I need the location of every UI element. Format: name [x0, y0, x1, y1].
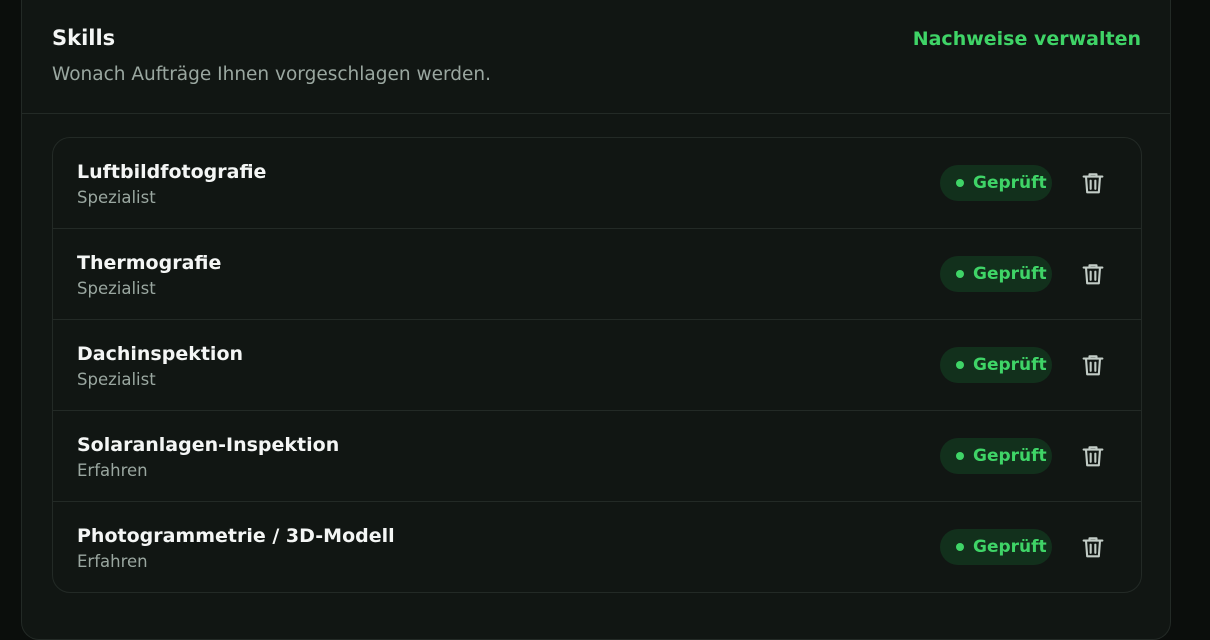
status-dot-icon — [956, 361, 964, 369]
skill-list: Luftbildfotografie Spezialist Geprüft Th… — [52, 137, 1142, 593]
skill-name: Photogrammetrie / 3D-Modell — [77, 525, 395, 547]
status-dot-icon — [956, 270, 964, 278]
skill-row: Luftbildfotografie Spezialist Geprüft — [53, 138, 1141, 229]
status-dot-icon — [956, 179, 964, 187]
card-subtitle: Wonach Aufträge Ihnen vorgeschlagen werd… — [52, 64, 491, 85]
manage-certificates-link[interactable]: Nachweise verwalten — [913, 27, 1141, 51]
trash-icon — [1082, 537, 1104, 558]
skill-name: Thermografie — [77, 252, 222, 274]
skill-level: Spezialist — [77, 370, 156, 389]
skill-level: Erfahren — [77, 461, 148, 480]
skill-row: Dachinspektion Spezialist Geprüft — [53, 320, 1141, 411]
trash-icon — [1082, 264, 1104, 285]
skill-name: Luftbildfotografie — [77, 161, 267, 183]
delete-skill-button[interactable] — [1079, 442, 1107, 470]
delete-skill-button[interactable] — [1079, 260, 1107, 288]
skill-row: Photogrammetrie / 3D-Modell Erfahren Gep… — [53, 502, 1141, 592]
status-badge-label: Geprüft — [973, 446, 1047, 466]
trash-icon — [1082, 446, 1104, 467]
skill-row: Thermografie Spezialist Geprüft — [53, 229, 1141, 320]
delete-skill-button[interactable] — [1079, 351, 1107, 379]
status-badge: Geprüft — [940, 165, 1052, 201]
skill-name: Dachinspektion — [77, 343, 244, 365]
status-dot-icon — [956, 452, 964, 460]
status-badge: Geprüft — [940, 256, 1052, 292]
delete-skill-button[interactable] — [1079, 169, 1107, 197]
trash-icon — [1082, 355, 1104, 376]
skill-row: Solaranlagen-Inspektion Erfahren Geprüft — [53, 411, 1141, 502]
status-badge-label: Geprüft — [973, 355, 1047, 375]
skill-level: Spezialist — [77, 188, 156, 207]
status-dot-icon — [956, 543, 964, 551]
skill-level: Spezialist — [77, 279, 156, 298]
trash-icon — [1082, 173, 1104, 194]
card-title: Skills — [52, 26, 116, 50]
status-badge-label: Geprüft — [973, 264, 1047, 284]
status-badge-label: Geprüft — [973, 173, 1047, 193]
status-badge-label: Geprüft — [973, 537, 1047, 557]
status-badge: Geprüft — [940, 438, 1052, 474]
delete-skill-button[interactable] — [1079, 533, 1107, 561]
skill-level: Erfahren — [77, 552, 148, 571]
skill-name: Solaranlagen-Inspektion — [77, 434, 340, 456]
card-header: Skills Wonach Aufträge Ihnen vorgeschlag… — [22, 0, 1170, 114]
status-badge: Geprüft — [940, 529, 1052, 565]
status-badge: Geprüft — [940, 347, 1052, 383]
